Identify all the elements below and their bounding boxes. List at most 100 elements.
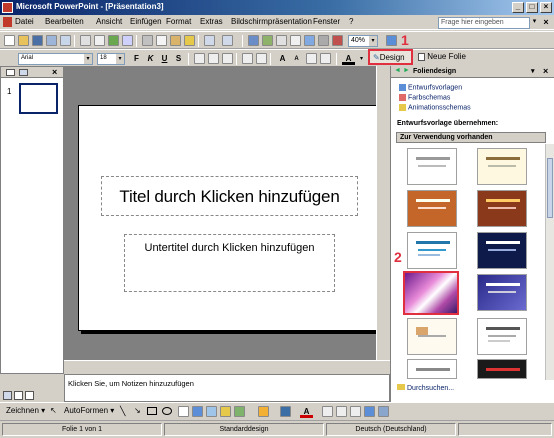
design-template[interactable] bbox=[477, 318, 527, 355]
back-icon[interactable]: ◄ bbox=[394, 67, 401, 74]
bold-icon[interactable]: F bbox=[130, 53, 143, 65]
menu-extras[interactable]: Extras bbox=[200, 17, 223, 26]
slideshow-icon[interactable] bbox=[25, 391, 34, 400]
email-icon[interactable] bbox=[60, 35, 71, 46]
menu-help[interactable]: ? bbox=[349, 17, 353, 26]
horizontal-scrollbar[interactable] bbox=[64, 360, 390, 374]
shadow-style-icon[interactable] bbox=[364, 406, 375, 417]
decrease-indent-icon[interactable] bbox=[306, 53, 317, 64]
menu-ansicht[interactable]: Ansicht bbox=[96, 17, 122, 26]
cut-icon[interactable] bbox=[142, 35, 153, 46]
slides-tab-icon[interactable] bbox=[19, 69, 28, 76]
font-size-select[interactable]: 18 ▾ bbox=[97, 53, 125, 65]
format-painter-icon[interactable] bbox=[184, 35, 195, 46]
redo-icon[interactable] bbox=[222, 35, 233, 46]
close-panel-icon[interactable]: × bbox=[52, 67, 57, 77]
permission-icon[interactable] bbox=[46, 35, 57, 46]
oval-icon[interactable] bbox=[162, 407, 172, 415]
fill-color-icon[interactable] bbox=[258, 406, 269, 417]
show-formatting-icon[interactable] bbox=[318, 35, 329, 46]
menu-bearbeiten[interactable]: Bearbeiten bbox=[45, 17, 84, 26]
research-icon[interactable] bbox=[122, 35, 133, 46]
maximize-icon[interactable]: □ bbox=[526, 2, 538, 13]
shadow-icon[interactable]: S bbox=[172, 53, 185, 65]
document-icon[interactable] bbox=[3, 17, 12, 27]
print-preview-icon[interactable] bbox=[94, 35, 105, 46]
link-animation-schemes[interactable]: Animationsschemas bbox=[399, 104, 471, 111]
task-pane-menu-icon[interactable]: ▾ bbox=[531, 67, 535, 75]
undo-icon[interactable] bbox=[204, 35, 215, 46]
paste-icon[interactable] bbox=[170, 35, 181, 46]
help-icon[interactable] bbox=[386, 35, 397, 46]
spelling-icon[interactable] bbox=[108, 35, 119, 46]
font-name-select[interactable]: Arial ▾ bbox=[18, 53, 93, 65]
italic-icon[interactable]: K bbox=[144, 53, 157, 65]
bullets-icon[interactable] bbox=[256, 53, 267, 64]
copy-icon[interactable] bbox=[156, 35, 167, 46]
arrow-style-icon[interactable] bbox=[350, 406, 361, 417]
arrow-icon[interactable]: ↘ bbox=[134, 406, 141, 415]
design-template[interactable] bbox=[477, 190, 527, 227]
underline-icon[interactable]: U bbox=[158, 53, 171, 65]
insert-table-icon[interactable] bbox=[262, 35, 273, 46]
align-right-icon[interactable] bbox=[222, 53, 233, 64]
new-slide-button[interactable]: Neue Folie bbox=[418, 52, 466, 61]
design-template[interactable] bbox=[477, 359, 527, 379]
design-template[interactable] bbox=[477, 274, 527, 311]
chevron-down-icon[interactable]: ▾ bbox=[369, 36, 377, 46]
wordart-icon[interactable] bbox=[192, 406, 203, 417]
increase-font-icon[interactable]: A bbox=[276, 53, 289, 65]
clipart-icon[interactable] bbox=[220, 406, 231, 417]
insert-picture-icon[interactable] bbox=[290, 35, 301, 46]
title-bar[interactable]: Microsoft PowerPoint - [Präsentation3] _… bbox=[0, 0, 554, 15]
line-style-icon[interactable] bbox=[322, 406, 333, 417]
grayscale-icon[interactable] bbox=[332, 35, 343, 46]
rectangle-icon[interactable] bbox=[147, 407, 157, 415]
draw-menu[interactable]: Zeichnen ▾ bbox=[6, 406, 45, 415]
slide-canvas[interactable]: Titel durch Klicken hinzufügen Untertite… bbox=[78, 105, 381, 331]
task-pane-scrollbar[interactable] bbox=[545, 144, 554, 380]
design-template[interactable] bbox=[407, 232, 457, 269]
tables-borders-icon[interactable] bbox=[276, 35, 287, 46]
design-template-selected[interactable] bbox=[403, 271, 459, 315]
numbering-icon[interactable] bbox=[242, 53, 253, 64]
link-design-templates[interactable]: Entwurfsvorlagen bbox=[399, 84, 462, 91]
3d-style-icon[interactable] bbox=[378, 406, 389, 417]
align-center-icon[interactable] bbox=[208, 53, 219, 64]
menu-datei[interactable]: Datei bbox=[15, 17, 34, 26]
powerpoint-app-icon[interactable] bbox=[2, 2, 13, 13]
menu-format[interactable]: Format bbox=[166, 17, 191, 26]
scroll-thumb[interactable] bbox=[547, 158, 553, 218]
slide-sorter-icon[interactable] bbox=[14, 391, 23, 400]
font-color-dropdown-icon[interactable]: ▾ bbox=[355, 53, 368, 65]
menu-einfuegen[interactable]: Einfügen bbox=[130, 17, 162, 26]
design-template[interactable] bbox=[407, 148, 457, 185]
save-icon[interactable] bbox=[32, 35, 43, 46]
forward-icon[interactable]: ► bbox=[403, 67, 410, 74]
design-template[interactable] bbox=[477, 232, 527, 269]
draw-font-color-icon[interactable]: A bbox=[300, 406, 313, 418]
menu-fenster[interactable]: Fenster bbox=[313, 17, 340, 26]
font-color-icon[interactable]: A bbox=[342, 53, 355, 65]
design-template[interactable] bbox=[477, 148, 527, 185]
chevron-down-icon[interactable]: ▾ bbox=[84, 54, 92, 64]
close-icon[interactable]: × bbox=[540, 2, 552, 13]
design-template[interactable] bbox=[407, 190, 457, 227]
align-left-icon[interactable] bbox=[194, 53, 205, 64]
available-templates-group[interactable]: Zur Verwendung vorhanden bbox=[396, 132, 546, 143]
vertical-scrollbar[interactable] bbox=[376, 66, 390, 360]
zoom-select[interactable]: 40% ▾ bbox=[348, 35, 378, 47]
task-pane-close-icon[interactable]: × bbox=[543, 66, 548, 76]
design-button[interactable]: ✎Design bbox=[368, 49, 413, 65]
print-icon[interactable] bbox=[80, 35, 91, 46]
document-close-icon[interactable]: × bbox=[541, 17, 551, 28]
diagram-icon[interactable] bbox=[206, 406, 217, 417]
expand-all-icon[interactable] bbox=[304, 35, 315, 46]
design-template[interactable] bbox=[407, 359, 457, 379]
slide-thumbnail[interactable] bbox=[19, 83, 58, 114]
increase-indent-icon[interactable] bbox=[320, 53, 331, 64]
help-question-input[interactable]: Frage hier eingeben bbox=[438, 17, 530, 29]
notes-field[interactable]: Klicken Sie, um Notizen hinzuzufügen bbox=[64, 374, 390, 402]
design-template[interactable] bbox=[407, 318, 457, 355]
help-dropdown-icon[interactable]: ▾ bbox=[530, 17, 539, 29]
